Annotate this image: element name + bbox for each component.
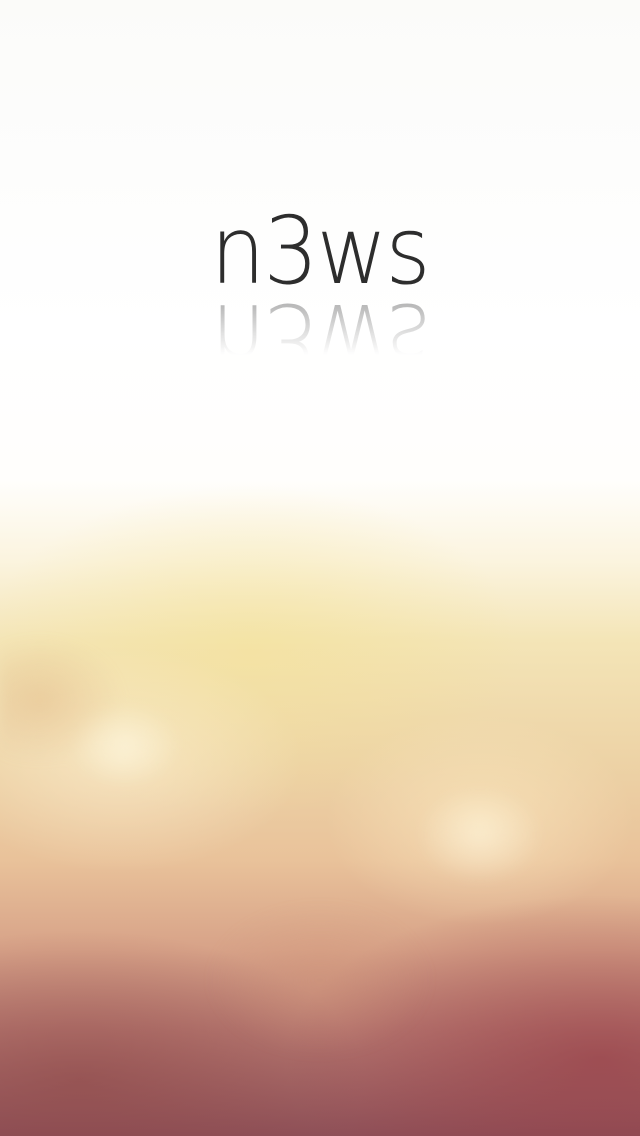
app-logo: n3ws (210, 197, 431, 306)
blurred-background (0, 0, 640, 1136)
splash-screen: n3ws n3ws (0, 0, 640, 1136)
app-logo-reflection: n3ws (210, 282, 430, 391)
logo-container: n3ws n3ws (0, 197, 640, 392)
